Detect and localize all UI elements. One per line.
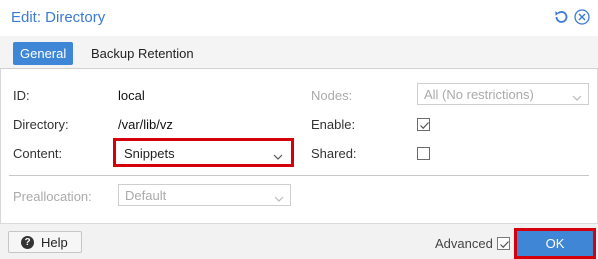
tab-bar: General Backup Retention xyxy=(0,36,598,69)
general-form: ID: local Directory: /var/lib/vz Content… xyxy=(0,69,598,223)
dialog-footer: ? Help Advanced OK xyxy=(0,223,598,259)
close-icon[interactable] xyxy=(573,8,591,26)
tab-general[interactable]: General xyxy=(13,42,74,65)
help-button[interactable]: ? Help xyxy=(8,231,82,253)
preallocation-select[interactable]: Default xyxy=(118,184,291,206)
nodes-select-value: All (No restrictions) xyxy=(424,87,534,102)
help-button-label: Help xyxy=(41,235,68,250)
id-label: ID: xyxy=(13,88,30,103)
content-select-value: Snippets xyxy=(124,146,175,161)
content-label: Content: xyxy=(13,146,63,161)
help-icon: ? xyxy=(21,236,34,249)
preallocation-select-value: Default xyxy=(125,188,167,203)
id-value: local xyxy=(118,88,145,103)
dialog-title: Edit: Directory xyxy=(11,9,106,26)
chevron-down-icon[interactable] xyxy=(572,90,582,101)
shared-label: Shared: xyxy=(311,146,357,161)
checkmark-icon xyxy=(420,122,429,130)
chevron-down-icon[interactable] xyxy=(273,149,283,160)
checkmark-icon xyxy=(500,241,509,249)
content-select[interactable]: Snippets xyxy=(113,138,294,167)
directory-label: Directory: xyxy=(13,117,69,132)
dialog-titlebar: Edit: Directory xyxy=(0,0,598,36)
enable-label: Enable: xyxy=(311,117,356,132)
advanced-checkbox[interactable] xyxy=(497,237,510,250)
chevron-down-icon[interactable] xyxy=(274,191,284,202)
nodes-label: Nodes: xyxy=(311,88,353,103)
reset-icon[interactable] xyxy=(552,8,570,26)
nodes-select[interactable]: All (No restrictions) xyxy=(417,83,589,105)
ok-button-label: OK xyxy=(545,236,565,251)
preallocation-label: Preallocation: xyxy=(13,189,92,204)
directory-value: /var/lib/vz xyxy=(118,117,173,132)
form-divider xyxy=(9,175,589,176)
ok-button[interactable]: OK xyxy=(514,228,596,259)
enable-checkbox[interactable] xyxy=(417,118,430,131)
tab-backup-retention[interactable]: Backup Retention xyxy=(84,42,201,65)
advanced-label: Advanced xyxy=(435,236,493,251)
shared-checkbox[interactable] xyxy=(417,147,430,160)
